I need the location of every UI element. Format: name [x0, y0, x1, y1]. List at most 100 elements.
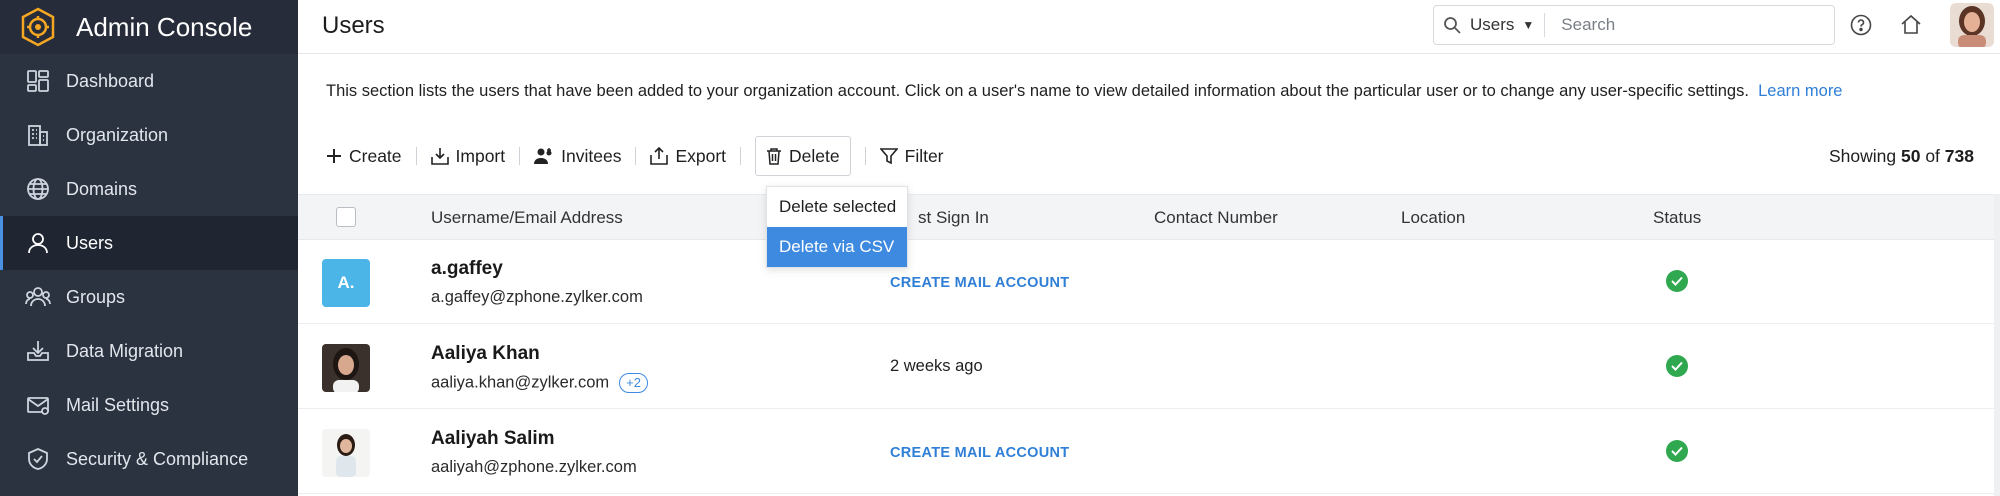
table-row[interactable]: Aaliyah Salim aaliyah@zphone.zylker.com …	[298, 410, 2000, 494]
sidebar-item-mail-settings[interactable]: Mail Settings	[0, 378, 298, 432]
last-sign-in: 2 weeks ago	[890, 357, 983, 375]
status-active-icon	[1666, 270, 1688, 292]
user-email-text: aaliya.khan@zylker.com	[431, 373, 610, 392]
toolbar-divider	[864, 147, 866, 165]
sidebar-item-groups[interactable]: Groups	[0, 270, 298, 324]
sidebar-item-dashboard[interactable]: Dashboard	[0, 54, 298, 108]
globe-icon	[24, 175, 52, 203]
sidebar-item-domains[interactable]: Domains	[0, 162, 298, 216]
sidebar-item-label: Mail Settings	[66, 394, 170, 415]
invitees-button[interactable]: Invitees	[534, 136, 621, 176]
showing-of: of	[1925, 146, 1940, 166]
invitees-icon	[534, 147, 554, 165]
showing-current: 50	[1900, 146, 1921, 166]
user-icon	[24, 229, 52, 257]
export-label: Export	[675, 145, 727, 166]
toolbar-divider	[519, 147, 521, 165]
showing-prefix: Showing	[1828, 146, 1897, 166]
filter-button[interactable]: Filter	[879, 136, 944, 176]
status-active-icon	[1666, 355, 1688, 377]
page-title: Users	[322, 12, 385, 39]
top-header: Users Users ▼	[298, 0, 2000, 54]
admin-console-logo-icon	[21, 7, 55, 47]
trash-icon	[766, 147, 782, 165]
column-header-contact-number[interactable]: Contact Number	[1154, 208, 1278, 228]
user-name[interactable]: Aaliyah Salim	[431, 428, 555, 450]
sidebar-item-label: Security & Compliance	[66, 448, 249, 469]
groups-icon	[24, 283, 52, 311]
filter-icon	[879, 147, 898, 165]
initials-avatar: A.	[322, 259, 370, 307]
search-scope-dropdown[interactable]: Users ▼	[1470, 13, 1546, 37]
help-icon[interactable]	[1848, 12, 1874, 38]
create-label: Create	[349, 145, 402, 166]
sidebar-item-label: Groups	[66, 286, 126, 307]
home-icon[interactable]	[1898, 12, 1924, 38]
profile-avatar[interactable]	[1950, 3, 1994, 47]
column-header-status[interactable]: Status	[1653, 208, 1701, 228]
user-email-text: a.gaffey@zphone.zylker.com	[431, 288, 643, 306]
section-description: This section lists the users that have b…	[326, 82, 1843, 101]
delete-label: Delete	[789, 145, 840, 166]
dashboard-icon	[24, 67, 52, 95]
user-email: aaliyah@zphone.zylker.com	[431, 458, 637, 477]
toolbar-divider	[415, 147, 417, 165]
toolbar-divider	[740, 147, 742, 165]
column-header-location[interactable]: Location	[1401, 208, 1465, 228]
description-text: This section lists the users that have b…	[326, 82, 1749, 100]
column-header-username[interactable]: Username/Email Address	[431, 208, 623, 228]
sidebar-item-label: Organization	[66, 124, 169, 145]
user-email-text: aaliyah@zphone.zylker.com	[431, 458, 637, 476]
user-email: aaliya.khan@zylker.com +2	[431, 373, 648, 393]
delete-selected-option[interactable]: Delete selected	[767, 187, 907, 227]
create-mail-account-link[interactable]: CREATE MAIL ACCOUNT	[890, 445, 1069, 461]
user-email: a.gaffey@zphone.zylker.com	[431, 288, 643, 307]
create-button[interactable]: Create	[326, 136, 402, 176]
showing-total: 738	[1944, 146, 1974, 166]
building-icon	[24, 121, 52, 149]
shield-icon	[24, 445, 52, 473]
sidebar-item-label: Domains	[66, 178, 138, 199]
search-input[interactable]	[1545, 15, 1806, 35]
table-scrollbar[interactable]	[1994, 194, 2000, 496]
sidebar-item-label: Dashboard	[66, 70, 155, 91]
sidebar-item-security-compliance[interactable]: Security & Compliance	[0, 432, 298, 486]
toolbar-divider	[635, 147, 637, 165]
search-icon	[1434, 16, 1470, 34]
search-bar: Users ▼	[1433, 5, 1835, 45]
showing-count: Showing 50 of 738	[1829, 146, 1974, 167]
table-row[interactable]: A. a.gaffey a.gaffey@zphone.zylker.com C…	[298, 240, 2000, 324]
export-button[interactable]: Export	[650, 136, 726, 176]
plus-icon	[326, 148, 342, 164]
sidebar-item-organization[interactable]: Organization	[0, 108, 298, 162]
user-photo	[322, 429, 370, 477]
delete-via-csv-option[interactable]: Delete via CSV	[767, 227, 907, 267]
import-icon	[430, 147, 449, 165]
import-label: Import	[455, 145, 506, 166]
invitees-label: Invitees	[561, 145, 622, 166]
user-name[interactable]: Aaliya Khan	[431, 343, 540, 365]
table-header: Username/Email Address st Sign In Contac…	[298, 194, 2000, 240]
sidebar-item-data-migration[interactable]: Data Migration	[0, 324, 298, 378]
download-tray-icon	[24, 337, 52, 365]
select-all-checkbox[interactable]	[336, 207, 356, 227]
sidebar-item-users[interactable]: Users	[0, 216, 298, 270]
learn-more-link[interactable]: Learn more	[1758, 82, 1842, 100]
column-header-last-sign-in[interactable]: st Sign In	[918, 208, 989, 228]
delete-dropdown-menu: Delete selected Delete via CSV	[766, 186, 908, 268]
sidebar-item-label: Users	[66, 232, 114, 253]
delete-button[interactable]: Delete	[755, 136, 851, 176]
table-row[interactable]: Aaliya Khan aaliya.khan@zylker.com +2 2 w…	[298, 325, 2000, 409]
import-button[interactable]: Import	[430, 136, 506, 176]
app-title: Admin Console	[76, 11, 253, 42]
status-active-icon	[1666, 440, 1688, 462]
search-scope-label: Users	[1470, 15, 1515, 34]
sidebar-item-label: Data Migration	[66, 340, 184, 361]
user-photo	[322, 344, 370, 392]
additional-emails-badge[interactable]: +2	[619, 373, 648, 393]
export-icon	[650, 147, 669, 165]
caret-down-icon: ▼	[1522, 18, 1535, 32]
user-name[interactable]: a.gaffey	[431, 258, 503, 280]
users-toolbar: Create Import Invitees Export Delete Fil…	[326, 136, 944, 176]
create-mail-account-link[interactable]: CREATE MAIL ACCOUNT	[890, 275, 1069, 291]
